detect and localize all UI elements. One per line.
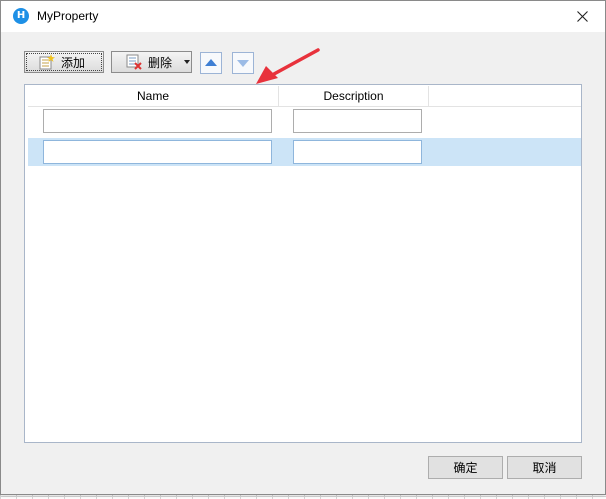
add-row-icon <box>39 54 55 70</box>
close-icon <box>576 11 588 22</box>
table-row-selected[interactable] <box>28 138 581 166</box>
name-cell-input[interactable] <box>43 109 272 133</box>
move-down-button[interactable] <box>232 52 254 74</box>
ok-button[interactable]: 确定 <box>428 456 503 479</box>
delete-row-icon <box>126 54 142 70</box>
move-up-button[interactable] <box>200 52 222 74</box>
description-cell-input[interactable] <box>293 109 422 133</box>
add-button[interactable]: 添加 <box>24 51 104 73</box>
annotation-arrow <box>256 48 320 84</box>
table-row[interactable] <box>28 107 581 135</box>
move-down-icon <box>237 60 249 67</box>
name-cell-input[interactable] <box>43 140 272 164</box>
description-cell-input[interactable] <box>293 140 422 164</box>
move-up-icon <box>205 59 217 66</box>
cancel-button[interactable]: 取消 <box>507 456 582 479</box>
column-header-description[interactable]: Description <box>279 86 429 106</box>
title-bar: H MyProperty <box>1 1 605 32</box>
property-grid: Name Description <box>24 84 582 443</box>
row-selector[interactable] <box>28 138 40 166</box>
delete-label: 删除 <box>148 55 173 70</box>
column-header-name[interactable]: Name <box>28 86 279 106</box>
add-label: 添加 <box>61 55 86 70</box>
row-selector[interactable] <box>28 107 40 135</box>
grid-header: Name Description <box>28 86 581 107</box>
window-title: MyProperty <box>37 9 99 23</box>
close-button[interactable] <box>559 1 605 32</box>
dropdown-caret-icon[interactable] <box>184 60 191 64</box>
delete-dropdown-button[interactable]: 删除 <box>111 51 192 73</box>
app-logo-icon: H <box>13 8 29 24</box>
